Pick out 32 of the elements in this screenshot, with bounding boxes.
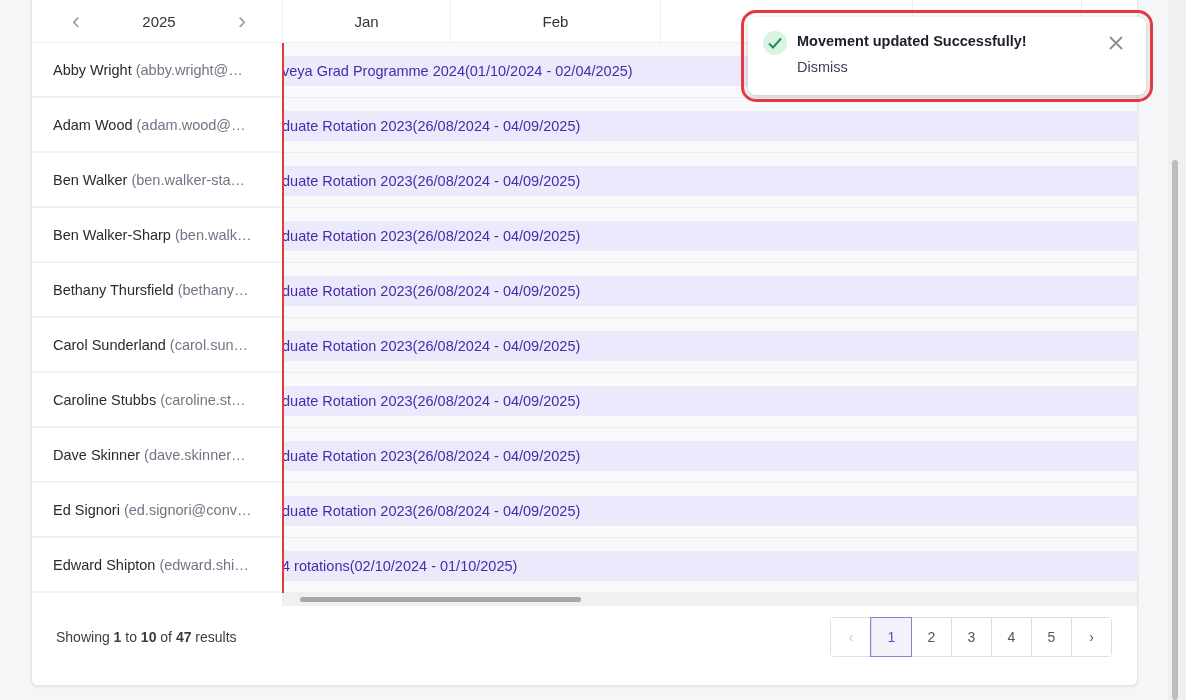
person-name: Abby Wright — [53, 61, 132, 78]
results-summary: Showing 1 to 10 of 47 results — [56, 629, 237, 645]
person-email: (ben.walker-sta… — [131, 171, 246, 188]
person-email: (caroline.st… — [160, 391, 246, 408]
toast-message: Movement updated Successfully! — [797, 32, 1027, 51]
person-email: (bethany… — [177, 281, 249, 298]
person-email: (ben.walk… — [174, 226, 252, 243]
month-label: Feb — [542, 12, 569, 30]
person-name: Bethany Thursfield — [53, 281, 174, 298]
page-button[interactable]: 1 — [871, 618, 911, 656]
year-label: 2025 — [142, 12, 176, 30]
check-icon — [763, 31, 787, 55]
dismiss-button[interactable]: Dismiss — [797, 59, 848, 75]
person-email: (edward.shi… — [159, 556, 249, 573]
person-email: (abby.wright@… — [135, 61, 243, 78]
person-email: (ed.signori@conv… — [123, 501, 252, 518]
person-name: Adam Wood — [53, 116, 133, 133]
person-email: (adam.wood@… — [136, 116, 246, 133]
person-name: Ben Walker — [53, 171, 128, 188]
person-name: Dave Skinner — [53, 446, 141, 463]
person-name: Carol Sunderland — [53, 336, 166, 353]
close-icon[interactable] — [1108, 35, 1124, 51]
next-page-button[interactable]: › — [1071, 618, 1111, 656]
horizontal-scrollbar[interactable] — [282, 593, 1137, 606]
month-label: Jan — [354, 12, 379, 30]
person-email: (dave.skinner… — [144, 446, 246, 463]
person-name: Caroline Stubbs — [53, 391, 157, 408]
vertical-scrollbar[interactable] — [1168, 0, 1186, 700]
person-name: Ben Walker-Sharp — [53, 226, 171, 243]
person-name: Edward Shipton — [53, 556, 156, 573]
person-name: Ed Signori — [53, 501, 120, 518]
person-email: (carol.sun… — [169, 336, 249, 353]
